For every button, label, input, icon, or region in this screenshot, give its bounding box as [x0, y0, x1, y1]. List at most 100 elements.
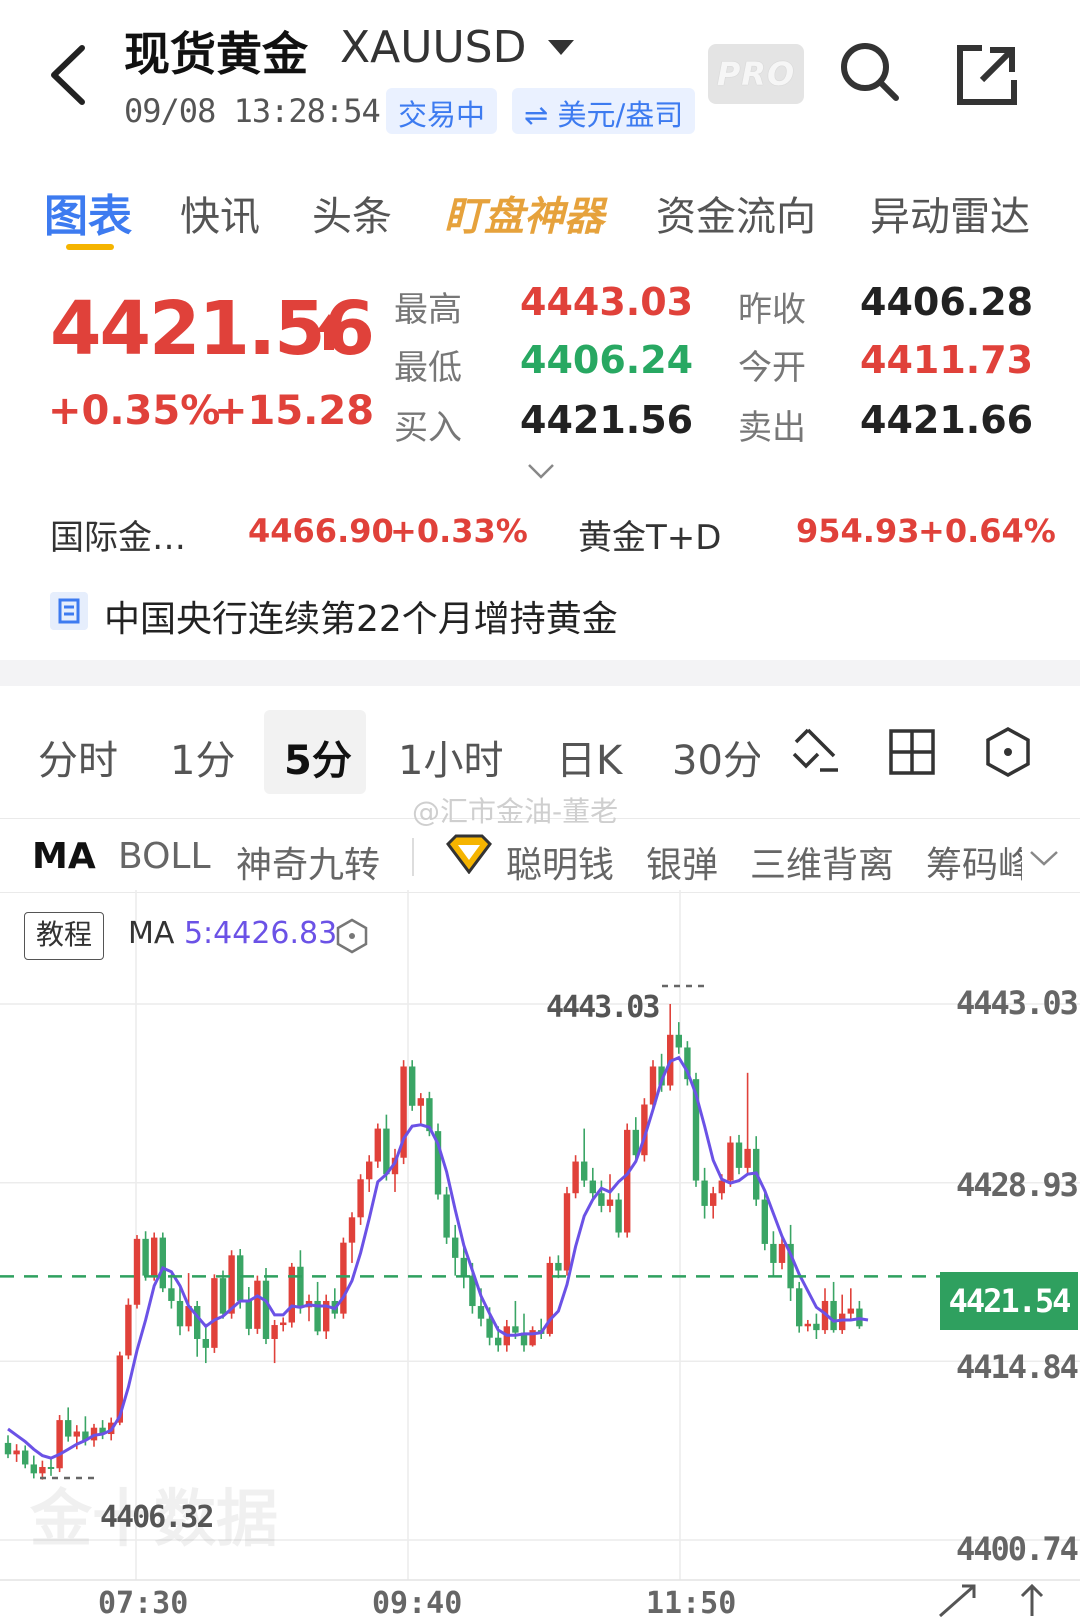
indicator-magic-nine[interactable]: 神奇九转	[236, 836, 380, 888]
candle-up	[125, 1304, 132, 1356]
candle-down	[581, 1161, 588, 1181]
trading-status-badge: 交易中	[386, 88, 498, 134]
news-icon	[50, 592, 88, 630]
bid-label: 买入	[394, 408, 462, 448]
fullscreen-icon[interactable]	[934, 1582, 984, 1618]
related-intl-gold-label[interactable]: 国际金…	[50, 510, 186, 559]
candle-up	[804, 1323, 811, 1327]
candle-series	[4, 1004, 863, 1480]
quote-timestamp: 09/08 13:28:54	[124, 92, 381, 130]
ask-label: 卖出	[738, 408, 806, 448]
news-headline[interactable]: 中国央行连续第22个月增持黄金	[104, 590, 618, 642]
prev-close-value: 4406.28	[860, 280, 1034, 324]
candle-up	[271, 1325, 278, 1339]
high-note-label: 4443.03	[546, 990, 660, 1025]
last-price-tag: 4421.54	[940, 1272, 1078, 1330]
share-icon[interactable]	[952, 40, 1022, 110]
tab-headlines[interactable]: 头条	[312, 184, 392, 242]
symbol-dropdown-icon[interactable]	[548, 40, 574, 55]
tab-anomaly-radar[interactable]: 异动雷达	[870, 184, 1030, 242]
indicator-boll[interactable]: BOLL	[118, 836, 211, 877]
candle-up	[288, 1266, 295, 1323]
candle-down	[65, 1420, 72, 1437]
candle-down	[495, 1337, 502, 1346]
indicator-3d-divergence[interactable]: 三维背离	[750, 836, 894, 888]
indicator-separator	[412, 838, 414, 876]
candle-down	[477, 1306, 485, 1319]
candle-down	[830, 1300, 837, 1331]
indicator-ma[interactable]: MA	[32, 836, 96, 877]
diamond-icon	[446, 834, 492, 874]
settings-hex-icon[interactable]	[984, 726, 1032, 778]
candle-down	[735, 1142, 743, 1168]
candle-down	[813, 1323, 820, 1331]
period-5m[interactable]: 5分	[284, 728, 352, 786]
tutorial-button[interactable]: 教程	[24, 912, 104, 960]
candle-up	[710, 1193, 717, 1206]
candle-down	[452, 1237, 459, 1258]
candle-up	[572, 1161, 579, 1194]
y-tick-label: 4414.84	[956, 1348, 1079, 1386]
candle-down	[297, 1266, 304, 1308]
high-label: 最高	[394, 290, 462, 330]
ma-legend-value: 5:4426.83	[183, 916, 338, 951]
chevron-down-icon[interactable]	[1028, 848, 1060, 868]
period-30m[interactable]: 30分	[672, 728, 760, 786]
ask-value: 4421.66	[860, 398, 1034, 442]
y-tick-label: 4443.03	[956, 984, 1079, 1022]
candle-down	[589, 1180, 596, 1194]
candle-up	[374, 1128, 381, 1162]
low-label: 最低	[394, 348, 462, 388]
tab-fund-flow[interactable]: 资金流向	[656, 184, 816, 242]
x-tick-label: 09:40	[372, 1586, 463, 1618]
related-td-pct: +0.64%	[918, 512, 1056, 550]
period-1h[interactable]: 1小时	[398, 728, 503, 786]
candle-up	[417, 1098, 424, 1106]
period-1m[interactable]: 1分	[170, 728, 235, 786]
pro-badge[interactable]: PRO	[708, 44, 804, 104]
candle-up	[839, 1313, 846, 1331]
indicator-silver-bullet[interactable]: 银弹	[646, 836, 718, 888]
indicator-chip-peak[interactable]: 筹码峰	[926, 836, 1022, 888]
candle-down	[701, 1180, 708, 1206]
related-intl-gold-price: 4466.90	[248, 512, 394, 550]
period-timeshare[interactable]: 分时	[38, 728, 118, 786]
candle-up	[778, 1243, 786, 1263]
change-amount: +15.28	[214, 388, 375, 434]
candle-down	[202, 1338, 209, 1348]
candle-up	[718, 1180, 725, 1194]
ma-legend: MA 5:4426.83	[128, 916, 337, 951]
draw-tool-icon[interactable]	[790, 726, 842, 778]
change-percent: +0.35%	[48, 388, 221, 434]
back-icon[interactable]	[44, 40, 94, 110]
candle-up	[727, 1142, 734, 1181]
candle-down	[4, 1442, 12, 1455]
high-value: 4443.03	[520, 280, 694, 324]
search-icon[interactable]	[834, 36, 904, 106]
ma-settings-icon[interactable]	[336, 918, 368, 954]
candle-down	[555, 1262, 562, 1271]
candle-down	[245, 1300, 252, 1329]
candle-up	[56, 1420, 63, 1469]
scroll-top-icon[interactable]	[1016, 1582, 1048, 1618]
tab-watch-tool[interactable]: 盯盘神器	[444, 184, 604, 242]
candle-down	[159, 1237, 166, 1289]
instrument-symbol[interactable]: XAUUSD	[340, 22, 526, 73]
candle-up	[254, 1280, 261, 1329]
candle-up	[366, 1161, 373, 1180]
tab-flash-news[interactable]: 快讯	[180, 184, 260, 242]
open-label: 今开	[738, 348, 806, 388]
x-tick-label: 07:30	[98, 1586, 189, 1618]
instrument-title: 现货黄金	[124, 27, 308, 81]
related-td-label[interactable]: 黄金T+D	[578, 510, 721, 559]
related-td-price: 954.93	[796, 512, 920, 550]
candle-up	[280, 1322, 287, 1326]
tab-chart[interactable]: 图表	[44, 180, 132, 244]
candle-down	[761, 1199, 768, 1244]
indicator-smart-money[interactable]: 聪明钱	[506, 836, 614, 888]
expand-chevron-icon[interactable]	[526, 462, 556, 480]
unit-switch-badge[interactable]: ⇌ 美元/盎司	[512, 88, 696, 134]
period-daily[interactable]: 日K	[556, 728, 622, 786]
candle-up	[624, 1129, 631, 1233]
layout-grid-icon[interactable]	[888, 728, 936, 776]
